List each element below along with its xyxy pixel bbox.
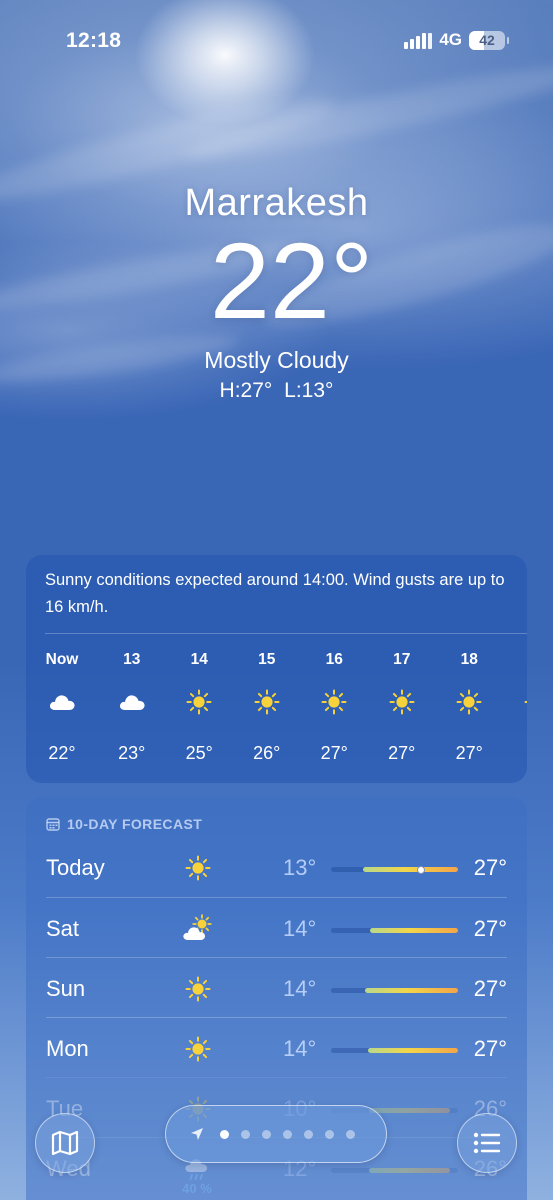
hour-label: 13 xyxy=(123,651,141,668)
battery-icon: 42 xyxy=(469,30,509,50)
ten-day-title: 10-DAY FORECAST xyxy=(67,816,203,832)
high-temperature: H:27° xyxy=(219,379,273,402)
temperature-range-bar xyxy=(331,928,458,933)
sun-icon xyxy=(389,673,415,731)
page-dot[interactable] xyxy=(241,1129,250,1139)
partly-cloudy-icon xyxy=(181,912,215,946)
hour-temperature: 22° xyxy=(48,743,76,763)
temperature-range-bar xyxy=(331,988,458,993)
day-high-temperature: 27° xyxy=(473,916,507,941)
hour-column: 17 27° xyxy=(368,651,436,764)
sun-icon xyxy=(456,673,482,731)
day-row: Today 13° 27° xyxy=(46,837,507,897)
temperature-range-fill xyxy=(370,928,458,933)
day-row: Sun 14° 27° xyxy=(46,957,507,1017)
ten-day-header: 10-DAY FORECAST xyxy=(26,797,527,837)
forecast-summary: Sunny conditions expected around 14:00. … xyxy=(45,571,505,616)
day-name: Sun xyxy=(46,976,86,1001)
day-row: Sat 14° 27° xyxy=(46,897,507,957)
sun-icon xyxy=(181,972,215,1006)
hour-temperature: 27° xyxy=(455,743,483,763)
temperature-range-fill xyxy=(365,988,458,993)
hour-temperature: 27° xyxy=(388,743,416,763)
day-name: Mon xyxy=(46,1036,89,1061)
hour-temperature: 26° xyxy=(253,743,281,763)
hour-label: 15 xyxy=(258,651,276,668)
calendar-icon xyxy=(46,818,60,831)
hour-column: Now 22° xyxy=(26,651,98,764)
hour-column: 15 26° xyxy=(233,651,301,764)
sun-icon xyxy=(321,673,347,731)
day-high-temperature: 27° xyxy=(473,976,507,1001)
current-weather: Marrakesh 22° Mostly Cloudy H:27° L:13° xyxy=(0,182,553,403)
hour-column: 12 xyxy=(503,651,527,764)
hour-column: 14 25° xyxy=(166,651,234,764)
city-name: Marrakesh xyxy=(184,182,369,224)
status-indicators: 4G 42 xyxy=(404,30,509,50)
low-temperature: L:13° xyxy=(284,379,334,402)
temperature-range-bar xyxy=(331,865,458,874)
day-low-temperature: 14° xyxy=(283,916,317,941)
day-row: Mon 14° 27° xyxy=(46,1017,507,1077)
day-low-temperature: 14° xyxy=(283,1036,317,1061)
hour-column: 16 27° xyxy=(301,651,369,764)
hour-label: 17 xyxy=(393,651,411,668)
hour-label: 18 xyxy=(460,651,478,668)
day-low-temperature: 13° xyxy=(283,855,317,880)
hour-column: 13 23° xyxy=(98,651,166,764)
hour-label: Now xyxy=(45,651,79,668)
bottom-toolbar xyxy=(0,1090,553,1200)
hour-temperature: 27° xyxy=(320,743,348,763)
list-icon xyxy=(473,1132,501,1154)
location-arrow-icon xyxy=(190,1127,204,1141)
day-name: Sat xyxy=(46,916,80,941)
hour-label: 16 xyxy=(325,651,343,668)
hourly-list[interactable]: Now 22° 13 23° 14 25° 15 26° 16 27° 17 27° 18 27° 12 xyxy=(26,651,527,764)
page-indicator[interactable] xyxy=(165,1105,387,1163)
hour-label: 14 xyxy=(190,651,208,668)
sun-icon xyxy=(181,1032,215,1066)
sun-icon xyxy=(181,851,215,885)
day-high-temperature: 27° xyxy=(473,1036,507,1061)
current-temperature: 22° xyxy=(209,220,374,341)
hour-column: 18 27° xyxy=(436,651,504,764)
day-low-temperature: 14° xyxy=(283,976,317,1001)
sun-icon xyxy=(254,673,280,731)
status-bar: 12:18 4G 42 xyxy=(0,0,553,84)
sun-icon xyxy=(524,673,527,731)
status-time: 12:18 xyxy=(66,29,122,52)
day-name: Today xyxy=(46,855,105,880)
page-dot[interactable] xyxy=(262,1129,271,1139)
city-list-button[interactable] xyxy=(457,1113,517,1173)
current-temperature-dot xyxy=(417,865,426,874)
network-type: 4G xyxy=(439,30,462,49)
page-dot[interactable] xyxy=(304,1129,313,1139)
cellular-signal-icon xyxy=(404,31,433,49)
map-button[interactable] xyxy=(35,1113,95,1173)
divider xyxy=(45,633,527,634)
map-icon xyxy=(51,1130,79,1156)
weather-condition: Mostly Cloudy xyxy=(204,347,349,373)
hour-temperature: 23° xyxy=(118,743,146,763)
temperature-range-bar xyxy=(331,1048,458,1053)
hourly-forecast-card[interactable]: Sunny conditions expected around 14:00. … xyxy=(26,555,527,783)
battery-level: 42 xyxy=(479,32,495,48)
page-dot[interactable] xyxy=(220,1129,229,1139)
high-low: H:27° L:13° xyxy=(0,379,553,403)
day-high-temperature: 27° xyxy=(473,855,507,880)
page-dot[interactable] xyxy=(346,1129,355,1139)
page-dot[interactable] xyxy=(283,1129,292,1139)
sun-icon xyxy=(186,673,212,731)
temperature-range-fill xyxy=(362,867,458,872)
hour-temperature: 25° xyxy=(185,743,213,763)
cloud-icon xyxy=(117,673,147,731)
cloud-icon xyxy=(47,673,77,731)
page-dot[interactable] xyxy=(325,1129,334,1139)
temperature-range-fill xyxy=(367,1048,458,1053)
